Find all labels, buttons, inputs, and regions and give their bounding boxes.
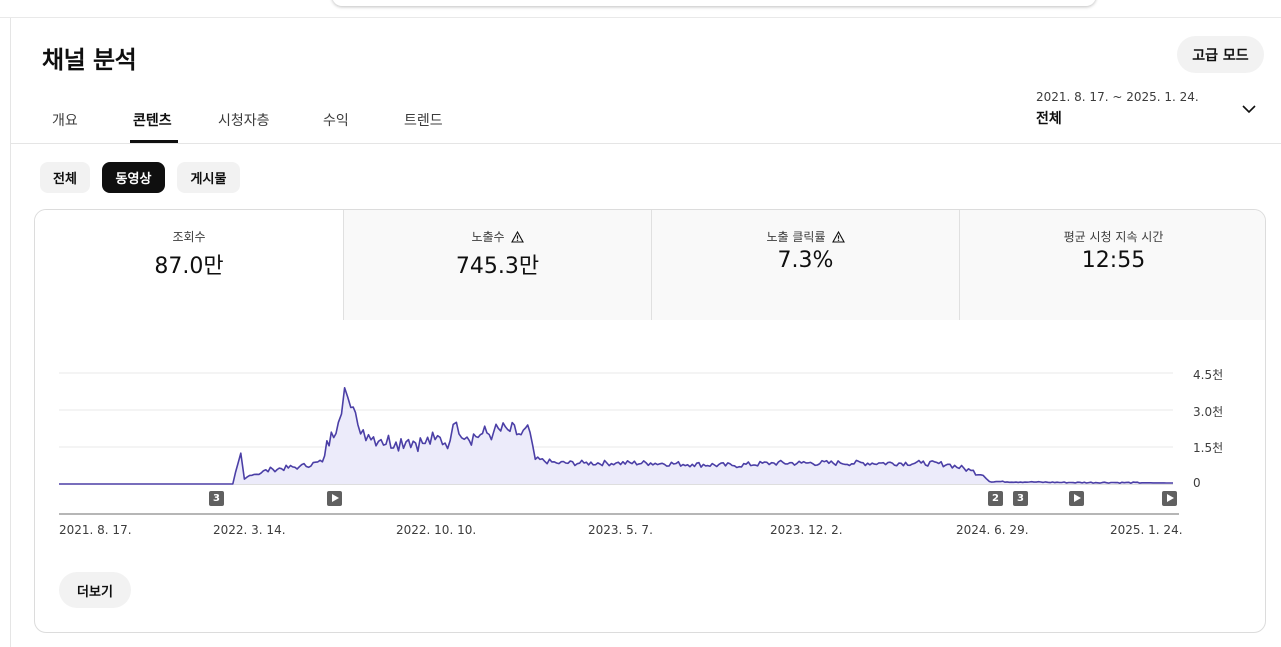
chevron-down-icon[interactable] [1240,102,1258,116]
upload-count-marker[interactable]: 3 [1013,491,1028,506]
show-more-button[interactable]: 더보기 [59,572,131,608]
upload-count-marker[interactable]: 3 [209,491,224,506]
date-scope-text: 전체 [1036,111,1062,127]
tab-revenue[interactable]: 수익 [323,110,349,130]
x-tick-label: 2022. 3. 14. [213,523,286,537]
x-tick-label: 2023. 12. 2. [770,523,843,537]
tab-overview[interactable]: 개요 [52,110,78,130]
x-tick-label: 2023. 5. 7. [588,523,653,537]
tab-content[interactable]: 콘텐츠 [133,110,172,130]
views-area-fill [59,387,1173,484]
y-tick-label: 4.5천 [1193,368,1224,382]
left-divider [10,18,11,647]
search-bar[interactable] [332,0,1096,6]
video-play-marker[interactable] [1162,491,1177,506]
y-tick-label: 3.0천 [1193,405,1224,419]
filter-chip-all[interactable]: 전체 [40,162,90,193]
x-tick-label: 2024. 6. 29. [956,523,1029,537]
y-tick-label: 0 [1193,476,1201,490]
video-play-marker[interactable] [1069,491,1084,506]
tabs-divider [10,143,1281,144]
date-range-text: 2021. 8. 17. ~ 2025. 1. 24. [1036,90,1199,104]
x-tick-label: 2022. 10. 10. [396,523,477,537]
upload-count-marker[interactable]: 2 [988,491,1003,506]
video-play-marker[interactable] [327,491,342,506]
top-divider [0,17,1281,18]
tab-trends[interactable]: 트렌드 [404,110,443,130]
y-tick-label: 1.5천 [1193,441,1224,455]
filter-chip-posts[interactable]: 게시물 [177,162,240,193]
x-tick-label: 2025. 1. 24. [1110,523,1183,537]
page-title: 채널 분석 [42,46,137,74]
advanced-mode-button[interactable]: 고급 모드 [1177,36,1264,73]
x-tick-label: 2021. 8. 17. [59,523,132,537]
tab-audience[interactable]: 시청자층 [218,110,270,130]
filter-chip-videos[interactable]: 동영상 [102,162,165,193]
analytics-card: 조회수 87.0만 노출수 745.3만 노출 클릭률 7.3% 평균 시청 지… [34,209,1266,633]
